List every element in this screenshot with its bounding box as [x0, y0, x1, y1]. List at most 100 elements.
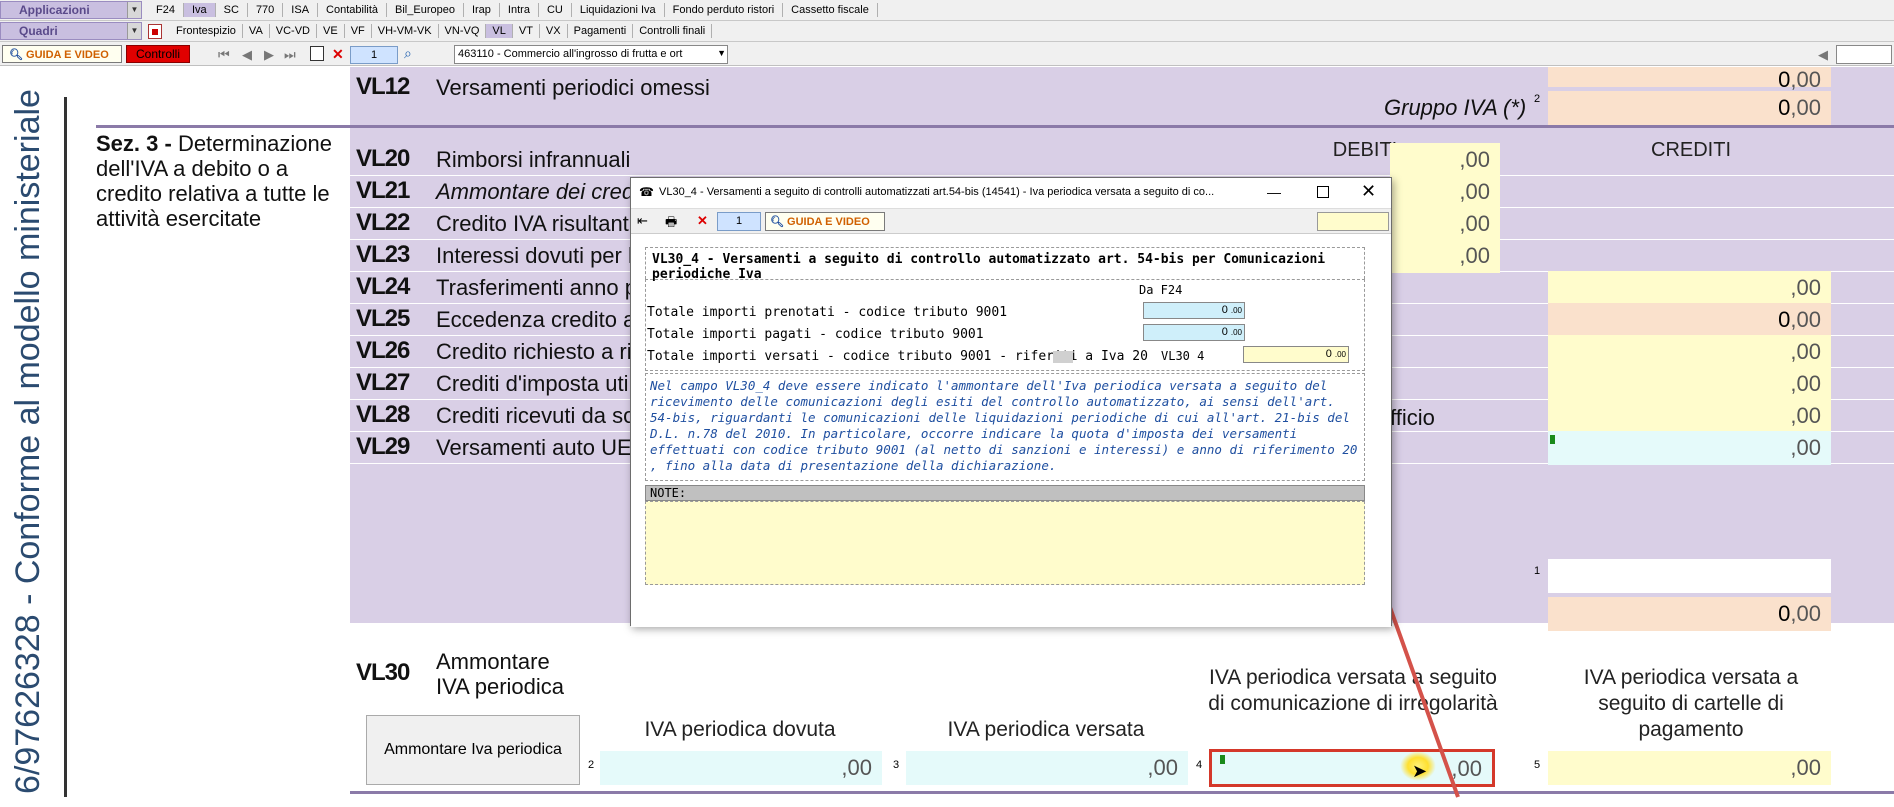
tab-cassetto-fiscale[interactable]: Cassetto fiscale	[783, 3, 878, 17]
total-field[interactable]: 0,00	[1548, 597, 1831, 631]
first-page-icon[interactable]: ⏮	[218, 47, 230, 63]
row-code-vl20: VL20	[356, 145, 410, 172]
dialog-page-input[interactable]: 1	[717, 212, 761, 231]
scroll-left-icon[interactable]: ◀	[1818, 47, 1828, 63]
sez3-bold: Sez. 3 -	[96, 131, 172, 156]
sez3-title: Sez. 3 - Determinazione dell'IVA a debit…	[96, 131, 348, 231]
chevron-down-icon[interactable]: ▼	[127, 2, 141, 18]
tab-f24[interactable]: F24	[148, 3, 184, 17]
page-number-input[interactable]: 1	[350, 46, 398, 64]
ammontare-iva-button[interactable]: Ammontare Iva periodica	[366, 715, 580, 785]
row-code-vl28: VL28	[356, 401, 410, 428]
last-page-icon[interactable]: ⏭	[284, 47, 296, 63]
dialog-body: VL30_4 - Versamenti a seguito di control…	[631, 235, 1391, 627]
tab-fondo-perduto-ristori[interactable]: Fondo perduto ristori	[665, 3, 784, 17]
pdf-icon[interactable]	[148, 24, 162, 39]
crediti-field-vl29[interactable]: ,00	[1548, 431, 1831, 465]
pagati-value: 0	[1221, 326, 1228, 338]
pagati-label: Totale importi pagati - codice tributo 9…	[647, 327, 984, 342]
delete-icon[interactable]: ✕	[697, 213, 708, 229]
vl12-field-1[interactable]: 0,00	[1548, 67, 1831, 92]
decimals: ,00	[1459, 147, 1490, 172]
tab-iva[interactable]: Iva	[183, 3, 216, 17]
vl30-3-field[interactable]: ,00	[906, 751, 1188, 785]
guida-e-video-button[interactable]: 🔍︎ GUIDA E VIDEO	[2, 45, 122, 63]
minimize-icon[interactable]: —	[1267, 184, 1281, 200]
tab-isa[interactable]: ISA	[283, 3, 319, 17]
decimals: .00	[1334, 350, 1346, 359]
tab-contabilit-[interactable]: Contabilità	[318, 3, 388, 17]
close-icon[interactable]: ✕	[1361, 181, 1376, 202]
crediti-field-vl28[interactable]: ,00	[1548, 399, 1831, 433]
attivita-value: 463110 - Commercio all'ingrosso di frutt…	[458, 48, 683, 60]
field-number: 3	[893, 759, 900, 771]
exit-icon[interactable]: ⇤	[637, 213, 648, 229]
tab-cu[interactable]: CU	[539, 3, 572, 17]
side-vertical-text: 6/97626328 - Conforme al modello ministe…	[9, 89, 47, 794]
dialog-heading: VL30_4 - Versamenti a seguito di control…	[645, 247, 1365, 282]
prev-page-icon[interactable]: ◀	[242, 47, 252, 63]
dialog-toolbar-field[interactable]	[1317, 212, 1389, 231]
vl25-value: 0	[1778, 307, 1791, 332]
quadro-tab-vx[interactable]: VX	[540, 24, 568, 38]
field-number: 2	[1534, 93, 1541, 105]
quadro-tab-vh-vm-vk[interactable]: VH-VM-VK	[372, 24, 439, 38]
quadro-tab-va[interactable]: VA	[243, 24, 270, 38]
pagati-field[interactable]: 0 .00	[1143, 324, 1245, 341]
quadri-label: Quadri	[19, 24, 58, 38]
vl30-4-ref: VL30 4	[1161, 349, 1205, 363]
crediti-field-vl25[interactable]: 0,00	[1548, 303, 1831, 337]
tab-liquidazioni-iva[interactable]: Liquidazioni Iva	[572, 3, 665, 17]
prenotati-field[interactable]: 0 .00	[1143, 302, 1245, 319]
note-textarea[interactable]	[645, 501, 1365, 585]
delete-icon[interactable]: ✕	[332, 46, 344, 63]
debiti-field-vl22[interactable]: ,00	[1390, 207, 1500, 241]
search-icon[interactable]: ⌕	[404, 45, 412, 62]
applicazioni-dropdown[interactable]: Applicazioni ▼	[0, 1, 142, 19]
quadro-tab-ve[interactable]: VE	[317, 24, 345, 38]
quadro-tab-vc-vd[interactable]: VC-VD	[270, 24, 318, 38]
quadro-tab-pagamenti[interactable]: Pagamenti	[568, 24, 634, 38]
crediti-field-vl26[interactable]: ,00	[1548, 335, 1831, 369]
tab-bil-europeo[interactable]: Bil_Europeo	[387, 3, 464, 17]
quadro-tab-controlli-finali[interactable]: Controlli finali	[633, 24, 713, 38]
maximize-icon[interactable]	[1317, 186, 1329, 198]
versati-field[interactable]: 0 .00	[1243, 346, 1349, 363]
quadro-tab-vn-vq[interactable]: VN-VQ	[439, 24, 487, 38]
vl12-field-2[interactable]: 0,00	[1548, 91, 1831, 125]
tab-770[interactable]: 770	[248, 3, 284, 17]
total-field-empty[interactable]	[1548, 559, 1831, 593]
col2-header: IVA periodica dovuta	[644, 718, 836, 741]
quadro-tab-vt[interactable]: VT	[513, 24, 540, 38]
vl12-value-2: 0	[1778, 95, 1791, 120]
tab-sc[interactable]: SC	[216, 3, 248, 17]
quadri-menu-bar: Quadri ▼ Frontespizio VA VC-VD VE VF VH-VM-VK…	[0, 21, 1894, 42]
field-number: 1	[1534, 565, 1541, 577]
total-value: 0	[1778, 601, 1791, 626]
debiti-field-vl23[interactable]: ,00	[1390, 239, 1500, 273]
dialog-guida-button[interactable]: 🔍︎ GUIDA E VIDEO	[765, 212, 885, 231]
copy-icon[interactable]	[310, 46, 324, 61]
debiti-field-vl21[interactable]: ,00	[1390, 175, 1500, 209]
next-page-icon[interactable]: ▶	[264, 47, 274, 63]
attivita-select[interactable]: 463110 - Commercio all'ingrosso di frutt…	[454, 45, 728, 64]
quadri-dropdown[interactable]: Quadri ▼	[0, 22, 142, 40]
crediti-header: CREDITI	[1651, 139, 1731, 161]
decimals: ,00	[1459, 179, 1490, 204]
quadro-tab-vf[interactable]: VF	[345, 24, 372, 38]
quadro-tab-frontespizio[interactable]: Frontespizio	[170, 24, 243, 38]
crediti-field-vl27[interactable]: ,00	[1548, 367, 1831, 401]
right-input[interactable]	[1836, 45, 1892, 64]
crediti-field-vl24[interactable]: ,00	[1548, 271, 1831, 305]
debiti-field-vl20[interactable]: ,00	[1390, 143, 1500, 177]
vl30-2-field[interactable]: ,00	[600, 751, 882, 785]
vl30-5-field[interactable]: ,00	[1548, 751, 1831, 785]
field-number: 4	[1196, 759, 1203, 771]
chevron-down-icon[interactable]: ▼	[127, 23, 141, 39]
controlli-button[interactable]: Controlli	[126, 45, 190, 63]
print-icon[interactable]: 🖶︎	[665, 213, 677, 235]
tab-intra[interactable]: Intra	[500, 3, 539, 17]
tab-irap[interactable]: Irap	[464, 3, 500, 17]
redacted-year	[1053, 351, 1073, 363]
quadro-tab-vl[interactable]: VL	[486, 24, 513, 38]
